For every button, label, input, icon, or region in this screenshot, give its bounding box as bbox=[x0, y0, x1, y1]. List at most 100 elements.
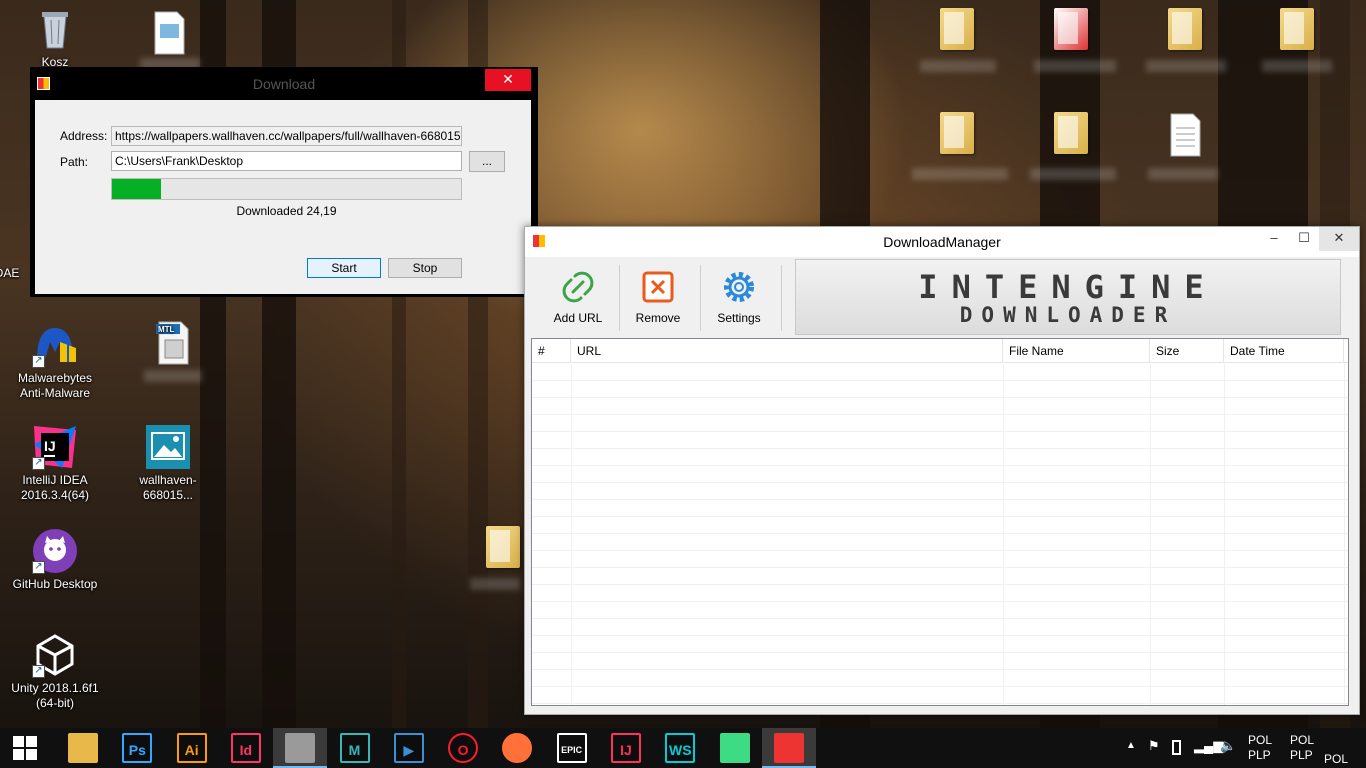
browse-button[interactable]: ... bbox=[469, 151, 505, 172]
banner-line2: DOWNLOADER bbox=[959, 303, 1177, 327]
table-row[interactable] bbox=[532, 381, 1348, 398]
download-manager-titlebar[interactable]: DownloadManager – ☐ ✕ bbox=[525, 227, 1359, 257]
column-divider bbox=[1224, 364, 1225, 705]
table-row[interactable] bbox=[532, 636, 1348, 653]
battery-icon[interactable] bbox=[1172, 740, 1181, 755]
intengine-banner: INTENGINE DOWNLOADER bbox=[795, 259, 1341, 335]
desktop-folder[interactable] bbox=[912, 112, 1002, 154]
address-field[interactable]: https://wallpapers.wallhaven.cc/wallpape… bbox=[111, 126, 462, 146]
column-header-url[interactable]: URL bbox=[571, 339, 1003, 363]
table-row[interactable] bbox=[532, 534, 1348, 551]
volume-muted-icon[interactable]: 🔈 bbox=[1220, 738, 1236, 754]
remove-button[interactable]: Remove bbox=[619, 261, 697, 331]
chevron-up-icon[interactable]: ▲ bbox=[1126, 740, 1136, 751]
desktop-folder[interactable] bbox=[1252, 8, 1342, 50]
taskbar-media-player[interactable]: ▶ bbox=[382, 728, 436, 768]
close-button[interactable]: ✕ bbox=[1319, 227, 1359, 251]
desktop-icon-github-desktop[interactable]: ↗ GitHub Desktop bbox=[10, 528, 100, 592]
desktop-icon-image-file[interactable] bbox=[124, 10, 214, 59]
desktop-icon-wallhaven-image[interactable]: wallhaven-668015... bbox=[123, 424, 213, 503]
downloads-table[interactable]: # URL File Name Size Date Time bbox=[531, 338, 1349, 706]
settings-button[interactable]: Settings bbox=[700, 261, 778, 331]
desktop-icon-label-blurred bbox=[470, 578, 520, 590]
table-row[interactable] bbox=[532, 500, 1348, 517]
mtl-file-icon: MTL bbox=[150, 320, 196, 366]
table-row[interactable] bbox=[532, 619, 1348, 636]
column-header-size[interactable]: Size bbox=[1150, 339, 1224, 363]
language-indicator-1[interactable]: POL PLP bbox=[1248, 733, 1272, 763]
taskbar-epic-games[interactable]: EPIC bbox=[545, 728, 599, 768]
table-row[interactable] bbox=[532, 432, 1348, 449]
table-row[interactable] bbox=[532, 687, 1348, 704]
taskbar-photoshop[interactable]: Ps bbox=[110, 728, 164, 768]
start-button[interactable]: Start bbox=[307, 258, 381, 278]
language-indicator-3[interactable]: POL bbox=[1324, 752, 1348, 766]
desktop-icon-mtl-file[interactable]: MTL bbox=[128, 320, 218, 369]
table-row[interactable] bbox=[532, 466, 1348, 483]
taskbar-opera[interactable]: O bbox=[436, 728, 490, 768]
path-field[interactable]: C:\Users\Frank\Desktop bbox=[111, 151, 462, 171]
desktop-icon-malwarebytes[interactable]: ↗ Malwarebytes Anti-Malware bbox=[10, 322, 100, 401]
table-row[interactable] bbox=[532, 568, 1348, 585]
taskbar-webstorm[interactable]: WS bbox=[653, 728, 707, 768]
start-button[interactable] bbox=[0, 728, 50, 768]
intellij-icon: IJ ↗ bbox=[32, 424, 78, 470]
close-button[interactable]: ✕ bbox=[485, 69, 531, 91]
gear-icon bbox=[719, 267, 759, 307]
taskbar-indesign[interactable]: Id bbox=[219, 728, 273, 768]
table-row[interactable] bbox=[532, 517, 1348, 534]
taskbar-file-explorer[interactable] bbox=[56, 728, 110, 768]
desktop-icon-intellij[interactable]: IJ ↗ IntelliJ IDEA 2016.3.4(64) bbox=[10, 424, 100, 503]
table-row[interactable] bbox=[532, 585, 1348, 602]
desktop-icon-label-blurred bbox=[1146, 60, 1226, 72]
recycle-bin-icon bbox=[32, 6, 78, 52]
settings-label: Settings bbox=[717, 311, 761, 325]
table-row[interactable] bbox=[532, 449, 1348, 466]
table-row[interactable] bbox=[532, 364, 1348, 381]
download-window-titlebar[interactable]: Download ✕ bbox=[31, 68, 537, 98]
download-status-text: Downloaded 24,19 bbox=[236, 204, 337, 218]
taskbar-illustrator[interactable]: Ai bbox=[165, 728, 219, 768]
language-indicator-2[interactable]: POL PLP bbox=[1290, 733, 1314, 763]
desktop-folder[interactable] bbox=[1140, 8, 1230, 50]
column-header-file-name[interactable]: File Name bbox=[1003, 339, 1150, 363]
taskbar-app-active[interactable] bbox=[273, 728, 328, 768]
table-row[interactable] bbox=[532, 483, 1348, 500]
svg-text:MTL: MTL bbox=[158, 325, 175, 334]
download-manager-title: DownloadManager bbox=[883, 234, 1001, 250]
stop-button[interactable]: Stop bbox=[388, 258, 462, 278]
taskbar-android-studio[interactable] bbox=[708, 728, 762, 768]
column-header-number[interactable]: # bbox=[532, 339, 571, 363]
desktop-icon-recycle-bin[interactable]: Kosz bbox=[10, 6, 100, 70]
minimize-button[interactable]: – bbox=[1259, 227, 1289, 251]
taskbar-firefox[interactable] bbox=[490, 728, 544, 768]
toolbar-separator bbox=[781, 265, 782, 331]
network-icon[interactable]: ▂▄▆ bbox=[1194, 738, 1223, 754]
table-row[interactable] bbox=[532, 653, 1348, 670]
taskbar-maya[interactable]: M bbox=[328, 728, 382, 768]
table-row[interactable] bbox=[532, 398, 1348, 415]
github-desktop-icon: ↗ bbox=[32, 528, 78, 574]
maya-icon: M bbox=[339, 733, 370, 763]
table-row[interactable] bbox=[532, 551, 1348, 568]
epic-games-icon: EPIC bbox=[556, 733, 587, 763]
maximize-button[interactable]: ☐ bbox=[1289, 227, 1319, 251]
shortcut-arrow-icon: ↗ bbox=[32, 355, 45, 368]
desktop-folder[interactable] bbox=[912, 8, 1002, 50]
desktop-folder[interactable] bbox=[1026, 8, 1116, 50]
desktop-text-file[interactable] bbox=[1140, 112, 1230, 161]
taskbar-download-manager[interactable] bbox=[761, 728, 816, 768]
desktop-icon-unity[interactable]: ↗ Unity 2018.1.6f1 (64-bit) bbox=[10, 632, 100, 711]
add-url-button[interactable]: Add URL bbox=[539, 261, 617, 331]
download-manager-window[interactable]: DownloadManager – ☐ ✕ Add URL Remove Set… bbox=[524, 226, 1360, 715]
table-row[interactable] bbox=[532, 670, 1348, 687]
column-header-date-time[interactable]: Date Time bbox=[1224, 339, 1344, 363]
folder-icon bbox=[486, 526, 520, 568]
flag-icon[interactable]: ⚑ bbox=[1148, 738, 1160, 754]
desktop-folder[interactable] bbox=[1026, 112, 1116, 154]
table-row[interactable] bbox=[532, 602, 1348, 619]
taskbar-intellij[interactable]: IJ bbox=[599, 728, 653, 768]
download-window[interactable]: Download ✕ Address: https://wallpapers.w… bbox=[30, 67, 538, 297]
desktop-icon-label-blurred bbox=[1034, 60, 1116, 72]
table-row[interactable] bbox=[532, 415, 1348, 432]
